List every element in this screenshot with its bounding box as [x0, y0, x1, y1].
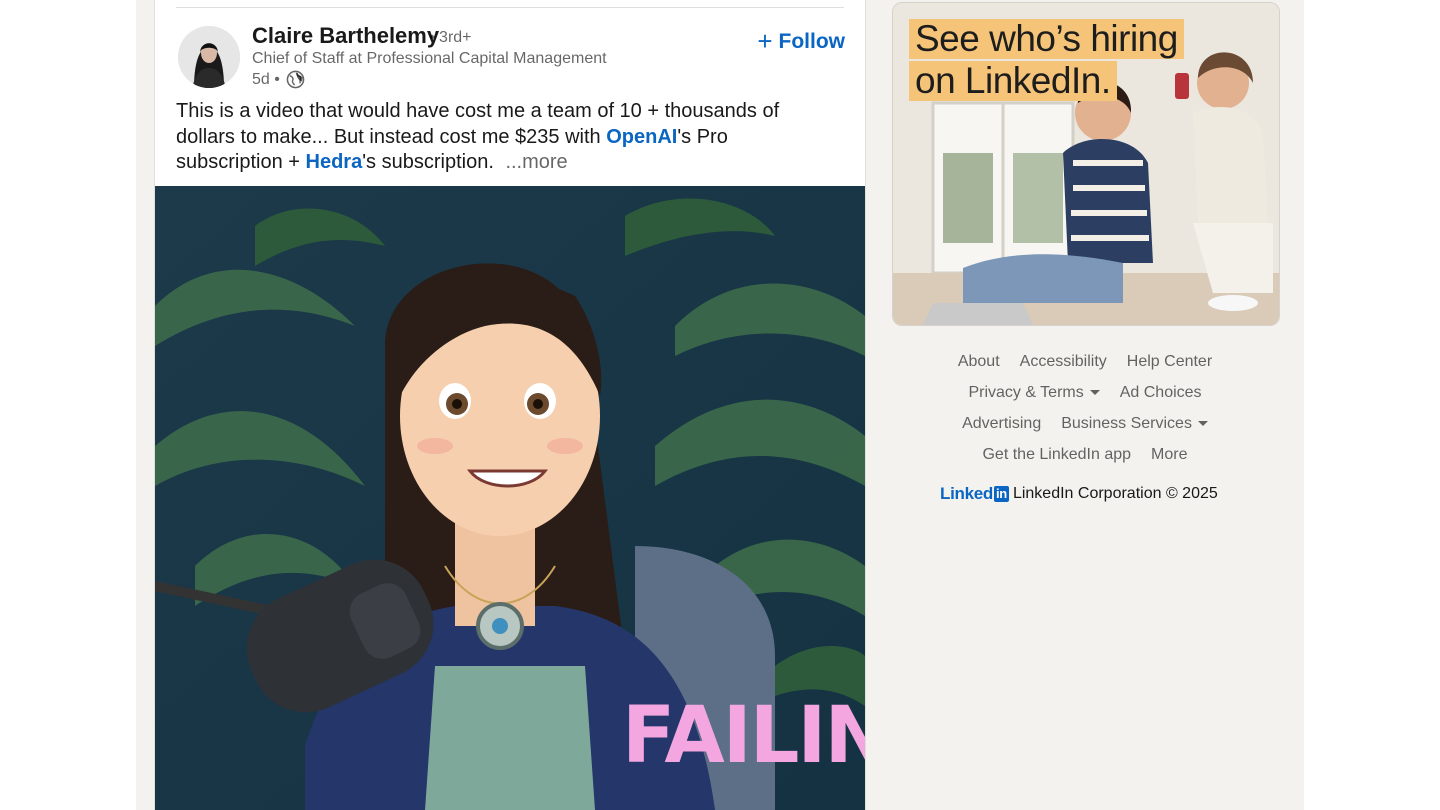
caret-down-icon — [1197, 421, 1208, 426]
feed-post: Claire Barthelemy • 3rd+ Chief of Staff … — [154, 0, 866, 810]
copyright-text: LinkedIn Corporation © 2025 — [1012, 485, 1218, 502]
footer-link-privacy-terms[interactable]: Privacy & Terms — [968, 383, 1100, 402]
footer-link-help-center[interactable]: Help Center — [1127, 353, 1212, 371]
video-caption: FAILING — [622, 691, 865, 781]
linkedin-logo-icon: Linked in — [940, 484, 1009, 504]
footer-link-ad-choices[interactable]: Ad Choices — [1120, 384, 1202, 402]
footer-row: Privacy & Terms Ad Choices — [892, 377, 1278, 408]
plus-icon: + — [757, 26, 773, 56]
mention-hedra[interactable]: Hedra — [306, 151, 363, 173]
author-name[interactable]: Claire Barthelemy — [252, 23, 439, 49]
post-text-part: 's subscription. — [362, 151, 494, 173]
divider — [176, 7, 844, 8]
footer-row: About Accessibility Help Center — [892, 346, 1278, 377]
hiring-ad[interactable]: See who’s hiring on LinkedIn. — [892, 2, 1280, 326]
footer-link-about[interactable]: About — [958, 353, 1000, 371]
logo-box: in — [994, 486, 1009, 502]
footer-copyright: Linked in LinkedIn Corporation © 2025 — [940, 484, 1218, 504]
footer-link-get-app[interactable]: Get the LinkedIn app — [982, 446, 1131, 464]
author-avatar[interactable] — [178, 26, 240, 88]
globe-icon — [286, 70, 305, 89]
logo-text: Linked — [940, 484, 993, 503]
post-text: This is a video that would have cost me … — [176, 99, 836, 176]
ad-headline-line1: See who’s hiring — [909, 19, 1184, 59]
footer-link-accessibility[interactable]: Accessibility — [1020, 353, 1107, 371]
caret-down-icon — [1089, 390, 1100, 395]
footer-links: About Accessibility Help Center Privacy … — [892, 346, 1278, 470]
footer-link-business-services[interactable]: Business Services — [1061, 415, 1208, 433]
post-video[interactable]: FAILING — [155, 186, 865, 810]
footer-link-label: Business Services — [1061, 414, 1192, 432]
follow-label: Follow — [778, 30, 846, 53]
footer-row: Advertising Business Services — [892, 408, 1278, 439]
footer-link-label: Privacy & Terms — [968, 383, 1084, 401]
mention-openai[interactable]: OpenAI — [606, 126, 677, 148]
see-more-button[interactable]: ...more — [505, 151, 567, 173]
ad-headline-line2: on LinkedIn. — [909, 61, 1117, 101]
footer-link-advertising[interactable]: Advertising — [962, 415, 1041, 433]
footer-link-more[interactable]: More — [1151, 446, 1187, 464]
connection-degree: • 3rd+ — [429, 29, 472, 46]
post-meta: 5d • — [252, 70, 305, 89]
follow-button[interactable]: + Follow — [757, 26, 846, 56]
post-time: 5d • — [252, 70, 280, 88]
author-headline: Chief of Staff at Professional Capital M… — [252, 50, 607, 67]
footer-row: Get the LinkedIn app More — [892, 439, 1278, 470]
